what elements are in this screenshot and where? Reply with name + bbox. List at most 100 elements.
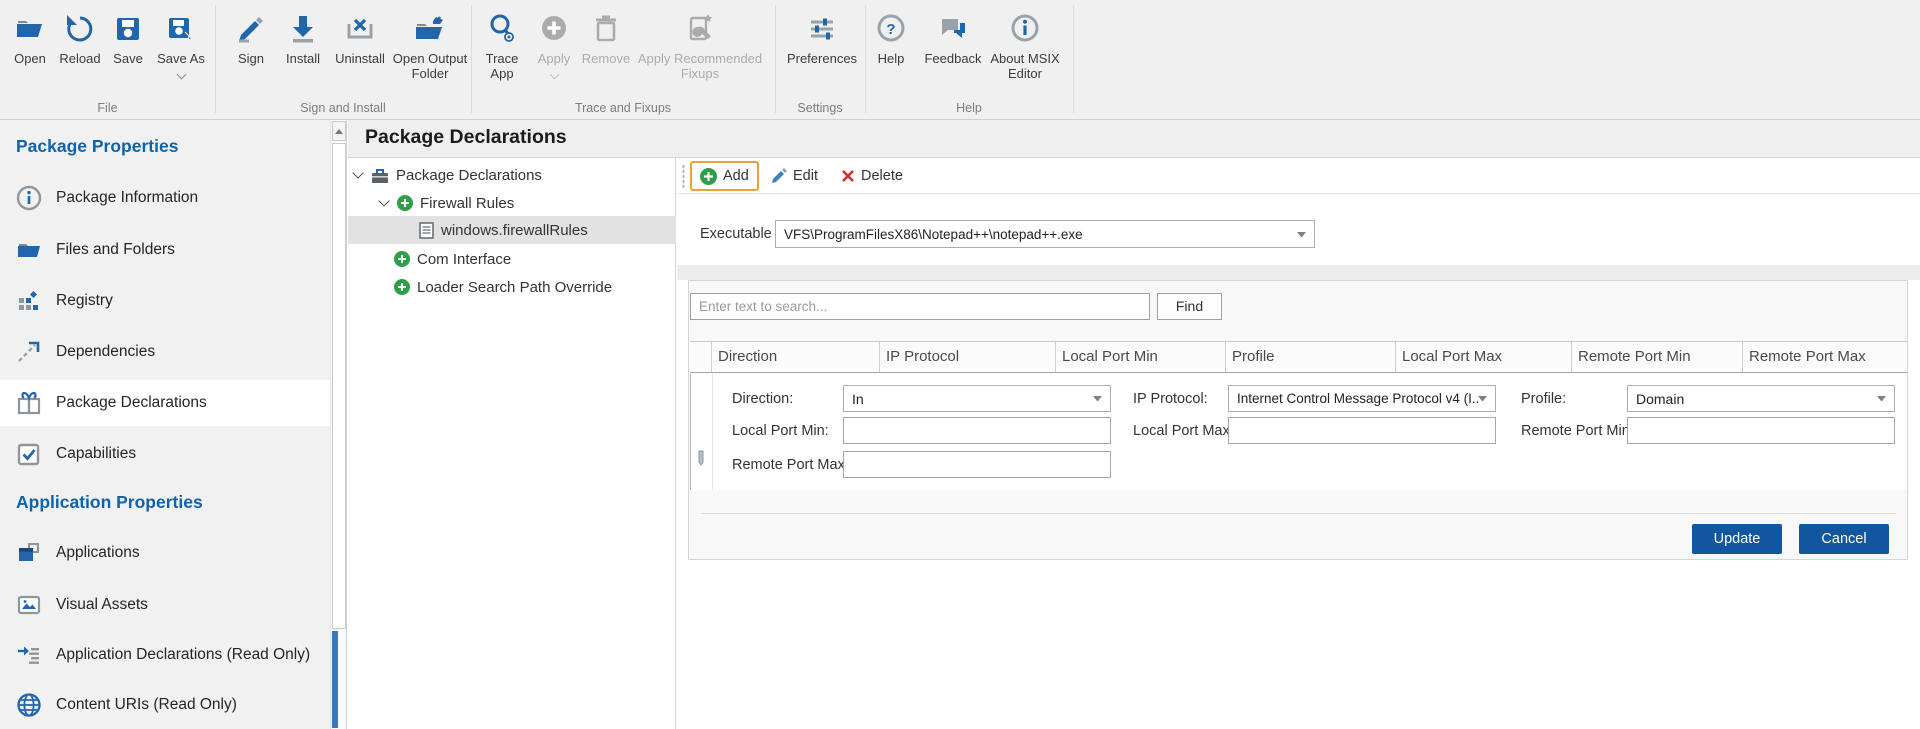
ribbon-divider — [775, 5, 776, 113]
tree-item-firewall-rules[interactable]: Firewall Rules — [348, 189, 676, 217]
checkbox-icon — [16, 441, 42, 467]
sidebar-section-application-properties: Application Properties — [16, 492, 203, 513]
info-circle-icon — [16, 185, 42, 211]
remote-port-min-input[interactable] — [1627, 417, 1895, 444]
grid-column-ip-protocol[interactable]: IP Protocol — [880, 342, 1056, 372]
uninstall-icon — [328, 7, 392, 51]
cancel-button[interactable]: Cancel — [1799, 524, 1889, 554]
remote-port-max-input[interactable] — [843, 451, 1111, 478]
tree-item-com-interface[interactable]: Com Interface — [348, 245, 676, 273]
reload-button[interactable]: Reload — [54, 7, 106, 66]
page-title: Package Declarations — [365, 126, 567, 149]
update-button[interactable]: Update — [1692, 524, 1782, 554]
open-folder-icon — [7, 7, 53, 51]
remove-button[interactable]: Remove — [578, 7, 634, 66]
tree-item-loader-search-path-override[interactable]: Loader Search Path Override — [348, 273, 676, 301]
scrollbar-up-button[interactable] — [332, 121, 346, 141]
toolbar-grip[interactable] — [682, 164, 685, 188]
apply-button[interactable]: Apply — [531, 7, 577, 81]
direction-dropdown[interactable]: In — [843, 385, 1111, 412]
msix-editor-window: Open Reload Save Save As Sign — [0, 0, 1920, 729]
sidebar-item-application-declarations[interactable]: Application Declarations (Read Only) — [0, 632, 330, 678]
declarations-list-icon — [16, 642, 42, 668]
row-indicator-column — [691, 374, 713, 490]
rules-grid-panel: Find Direction IP Protocol Local Port Mi… — [688, 280, 1908, 560]
grid-column-profile[interactable]: Profile — [1226, 342, 1396, 372]
sidebar-scrollbar[interactable] — [330, 120, 347, 729]
feedback-button[interactable]: Feedback — [921, 7, 985, 66]
save-icon — [106, 7, 150, 51]
sidebar-item-content-uris[interactable]: Content URIs (Read Only) — [0, 682, 330, 728]
sidebar-item-capabilities[interactable]: Capabilities — [0, 431, 330, 477]
ribbon-group-label-sign-and-install: Sign and Install — [215, 101, 471, 115]
declarations-tree: Package Declarations Firewall Rules wind… — [348, 158, 676, 729]
local-port-min-input[interactable] — [843, 417, 1111, 444]
search-input[interactable] — [690, 293, 1150, 320]
about-msix-editor-button[interactable]: About MSIX Editor — [985, 7, 1065, 81]
content-header: Package Declarations — [348, 120, 1920, 158]
trace-app-button[interactable]: Trace App — [478, 7, 526, 81]
plus-circle-icon — [394, 279, 410, 295]
save-as-button[interactable]: Save As — [153, 7, 209, 81]
application-window-icon — [16, 540, 42, 566]
grid-column-direction[interactable]: Direction — [712, 342, 880, 372]
edit-button[interactable]: Edit — [763, 161, 826, 191]
sign-button[interactable]: Sign — [229, 7, 273, 66]
ribbon-divider — [865, 5, 866, 113]
toolbox-icon — [371, 167, 389, 184]
executable-combobox[interactable]: VFS\ProgramFilesX86\Notepad++\notepad++.… — [775, 220, 1315, 248]
edit-pencil-icon — [771, 168, 787, 184]
add-plus-circle-icon — [700, 168, 717, 185]
open-button[interactable]: Open — [7, 7, 53, 66]
scrollbar-thumb[interactable] — [332, 143, 346, 629]
sidebar-item-dependencies[interactable]: Dependencies — [0, 329, 330, 375]
grid-column-remote-port-min[interactable]: Remote Port Min — [1572, 342, 1743, 372]
grid-column-remote-port-max[interactable]: Remote Port Max — [1743, 342, 1905, 372]
dependencies-arrow-icon — [16, 339, 42, 365]
local-port-max-input[interactable] — [1228, 417, 1496, 444]
add-button[interactable]: Add — [690, 161, 759, 191]
ip-protocol-dropdown[interactable]: Internet Control Message Protocol v4 (I.… — [1228, 385, 1496, 412]
sidebar-item-registry[interactable]: Registry — [0, 278, 330, 324]
help-button[interactable]: ? Help — [871, 7, 911, 66]
sidebar-item-package-information[interactable]: Package Information — [0, 175, 330, 221]
sidebar-item-visual-assets[interactable]: Visual Assets — [0, 582, 330, 628]
save-button[interactable]: Save — [106, 7, 150, 66]
trash-icon — [578, 7, 634, 51]
sign-pencil-icon — [229, 7, 273, 51]
folder-icon — [16, 237, 42, 263]
find-button[interactable]: Find — [1157, 293, 1222, 320]
ribbon-toolbar: Open Reload Save Save As Sign — [0, 0, 1920, 120]
navigation-sidebar: Package Properties Package Information F… — [0, 120, 330, 729]
dropdown-arrow-icon — [1877, 396, 1886, 401]
apply-recommended-fixups-button[interactable]: Apply Recommended Fixups — [630, 7, 770, 81]
grid-column-local-port-max[interactable]: Local Port Max — [1396, 342, 1572, 372]
sidebar-item-package-declarations[interactable]: Package Declarations — [0, 380, 330, 426]
executable-row: Executable VFS\ProgramFilesX86\Notepad++… — [677, 220, 1920, 250]
firewall-rules-editor: Add Edit Delete Executable VFS\ProgramFi… — [677, 158, 1920, 729]
grid-column-local-port-min[interactable]: Local Port Min — [1056, 342, 1226, 372]
dropdown-arrow-icon — [1478, 396, 1487, 401]
profile-dropdown[interactable]: Domain — [1627, 385, 1895, 412]
grid-indicator-column — [690, 342, 712, 372]
chevron-expanded-icon[interactable] — [378, 195, 389, 206]
image-icon — [16, 592, 42, 618]
delete-button[interactable]: Delete — [833, 161, 911, 191]
chevron-expanded-icon[interactable] — [352, 167, 363, 178]
globe-icon — [16, 692, 42, 718]
save-as-icon — [153, 7, 209, 51]
document-icon — [419, 222, 434, 239]
feedback-icon — [921, 7, 985, 51]
tree-item-windows-firewallrules[interactable]: windows.firewallRules — [348, 216, 676, 244]
tree-item-package-declarations[interactable]: Package Declarations — [348, 161, 676, 189]
ribbon-group-label-trace-and-fixups: Trace and Fixups — [471, 101, 775, 115]
ip-protocol-label: IP Protocol: — [1133, 391, 1208, 407]
uninstall-button[interactable]: Uninstall — [328, 7, 392, 66]
install-button[interactable]: Install — [277, 7, 329, 66]
preferences-sliders-icon — [782, 7, 862, 51]
sidebar-item-files-and-folders[interactable]: Files and Folders — [0, 227, 330, 273]
scrollbar-accent-thumb[interactable] — [332, 631, 338, 728]
sidebar-item-applications[interactable]: Applications — [0, 530, 330, 576]
preferences-button[interactable]: Preferences — [782, 7, 862, 66]
open-output-folder-button[interactable]: Open Output Folder — [384, 7, 476, 81]
